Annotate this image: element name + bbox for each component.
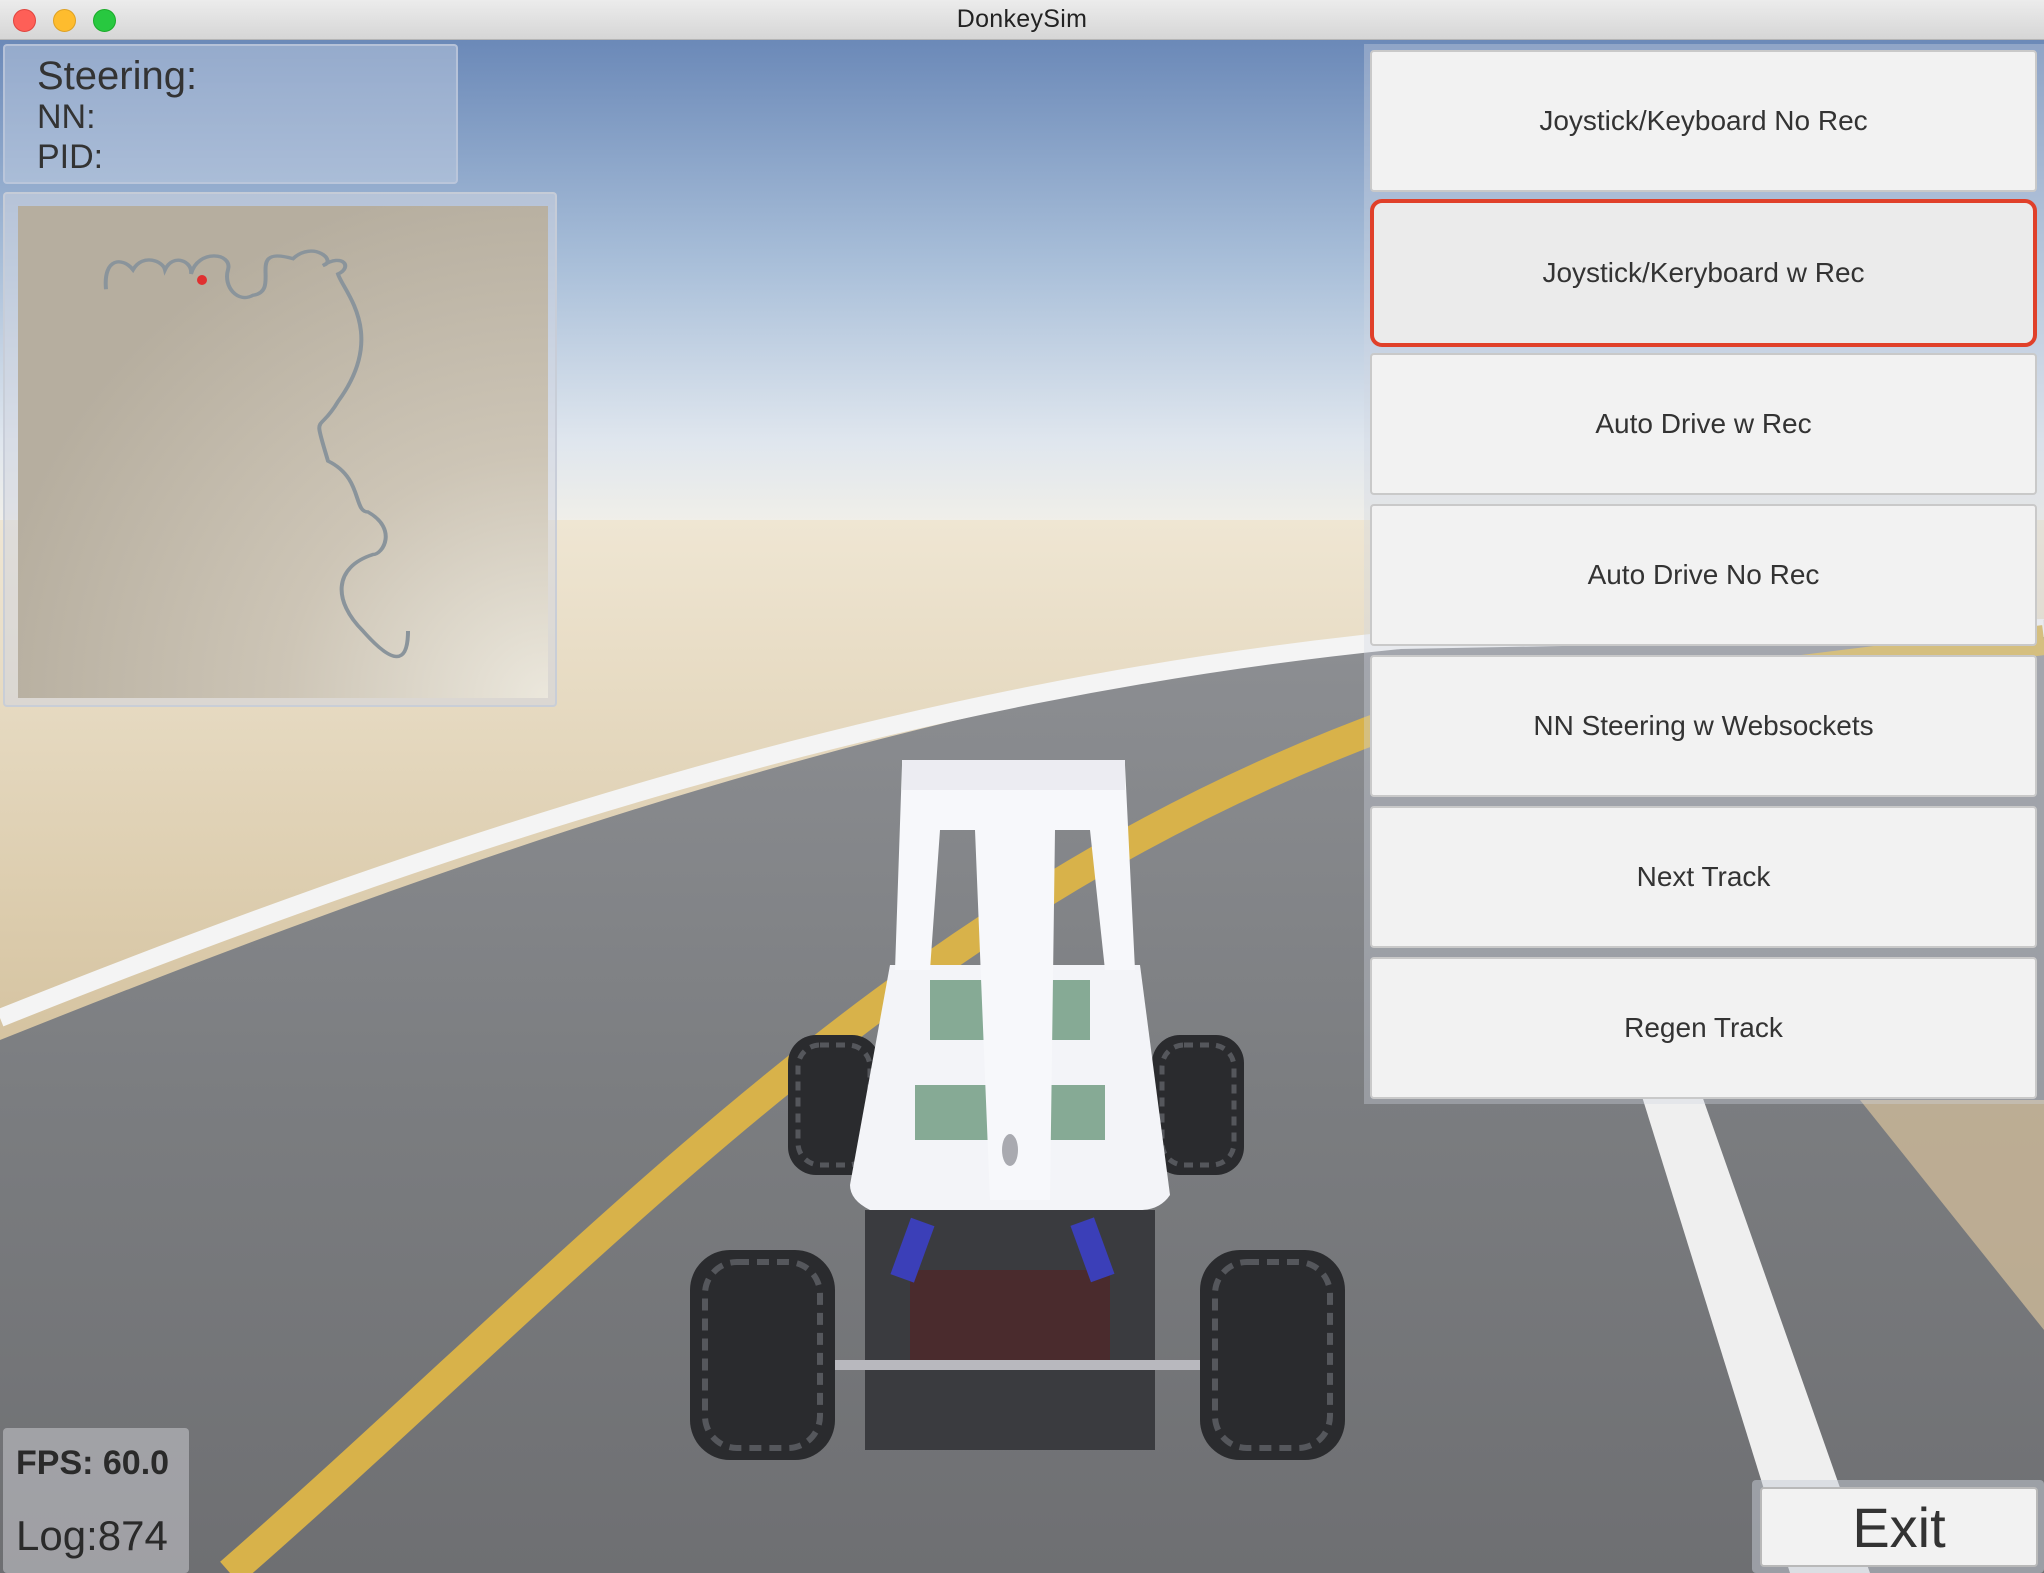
auto-drive-no-rec-button[interactable]: Auto Drive No Rec <box>1370 504 2037 646</box>
minimap-track-path <box>103 249 410 659</box>
car-battery <box>910 1270 1110 1360</box>
joystick-keyboard-w-rec-button[interactable]: Joystick/Keryboard w Rec <box>1370 199 2037 347</box>
front-right-wheel <box>1152 1035 1244 1175</box>
window-titlebar: DonkeySim <box>0 0 2044 40</box>
next-track-button[interactable]: Next Track <box>1370 806 2037 948</box>
car-mount-hole <box>1002 1134 1018 1166</box>
rear-right-wheel <box>1200 1250 1345 1460</box>
track-minimap <box>3 192 557 707</box>
fps-readout: FPS: 60.0 <box>16 1444 170 1482</box>
car-rear-axle <box>820 1360 1220 1370</box>
car-camera-mount-top <box>902 760 1125 790</box>
minimap-car-marker <box>197 275 207 285</box>
nn-label: NN: <box>37 98 96 136</box>
rear-left-wheel <box>690 1250 835 1460</box>
log-counter: Log:874 <box>16 1512 168 1559</box>
pid-label: PID: <box>37 138 104 176</box>
joystick-keyboard-no-rec-button[interactable]: Joystick/Keyboard No Rec <box>1370 50 2037 192</box>
steering-label: Steering: <box>37 54 198 98</box>
steering-panel: Steering: NN: PID: <box>3 44 458 184</box>
auto-drive-w-rec-button[interactable]: Auto Drive w Rec <box>1370 353 2037 495</box>
minimap-canvas <box>18 206 548 698</box>
exit-button[interactable]: Exit <box>1760 1487 2038 1567</box>
window-title: DonkeySim <box>956 5 1088 33</box>
regen-track-button[interactable]: Regen Track <box>1370 957 2037 1099</box>
fps-log-panel: FPS: 60.0 Log:874 <box>3 1428 189 1573</box>
nn-steering-websockets-button[interactable]: NN Steering w Websockets <box>1370 655 2037 797</box>
